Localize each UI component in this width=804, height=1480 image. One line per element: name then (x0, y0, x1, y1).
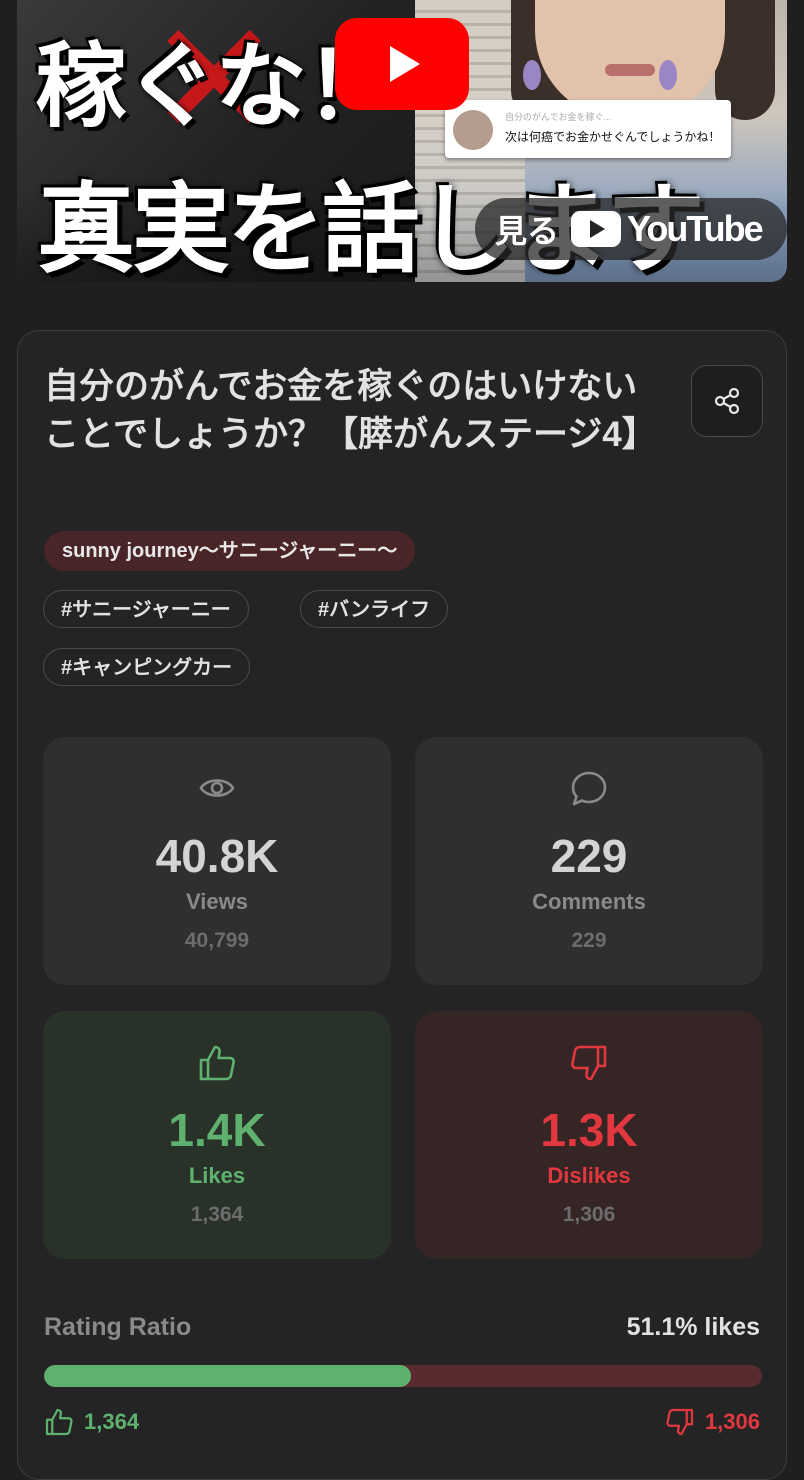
views-exact: 40,799 (184, 929, 250, 952)
tag-chip[interactable]: #キャンピングカー (43, 648, 251, 686)
dislikes-exact: 1,306 (562, 1203, 616, 1226)
tag-chip[interactable]: #バンライフ (300, 590, 449, 628)
rating-ratio-bar (44, 1365, 762, 1387)
likes-count: 1.4K (168, 1104, 266, 1156)
thumbs-down-icon (415, 1043, 763, 1083)
rating-dislikes-count: 1,306 (704, 1409, 760, 1434)
dislikes-stat-card: 1.3K Dislikes 1,306 (415, 1011, 763, 1259)
dislikes-count: 1.3K (540, 1104, 638, 1156)
thumbs-down-icon (666, 1408, 694, 1436)
share-icon (714, 387, 740, 415)
video-info-card: 自分のがんでお金を稼ぐのはいけないことでしょうか？【膵がんステージ4】 sunn… (17, 330, 787, 1480)
likes-label: Likes (188, 1163, 246, 1188)
watch-on-youtube-button[interactable]: 見る YouTube (475, 198, 787, 260)
earring-left (523, 60, 541, 90)
comments-label: Comments (532, 889, 646, 914)
rating-ratio-label: Rating Ratio (44, 1313, 192, 1341)
rating-ratio-fill (44, 1365, 411, 1387)
rating-likes-count: 1,364 (84, 1409, 140, 1434)
views-label: Views (186, 889, 248, 914)
commenter-avatar (453, 110, 493, 150)
rating-likes-footer: 1,364 (44, 1407, 139, 1437)
tag-chip[interactable]: #サニージャーニー (43, 590, 249, 628)
channel-badge[interactable]: sunny journey〜サニージャーニー〜 (44, 531, 416, 571)
comments-stat-card: 229 Comments 229 (415, 737, 763, 985)
views-count: 40.8K (155, 830, 279, 882)
rating-ratio-percent: 51.1% likes (626, 1313, 760, 1341)
youtube-play-button[interactable] (335, 18, 469, 110)
youtube-wordmark: YouTube (627, 208, 764, 249)
comment-meta: 自分のがんでお金を稼ぐ... (505, 112, 612, 122)
comment-icon (415, 769, 763, 809)
likes-stat-card: 1.4K Likes 1,364 (43, 1011, 391, 1259)
share-arrow-icon[interactable] (51, 206, 103, 252)
thumbs-up-icon (45, 1408, 73, 1436)
share-button[interactable] (691, 365, 763, 437)
likes-exact: 1,364 (190, 1203, 244, 1226)
rating-dislikes-footer: 1,306 (665, 1407, 760, 1437)
dislikes-label: Dislikes (547, 1163, 631, 1188)
comments-count: 229 (550, 830, 628, 882)
earring-right (659, 60, 677, 90)
comments-exact: 229 (571, 929, 607, 952)
watch-on-label: 見る (495, 213, 560, 249)
video-thumbnail[interactable]: ✕ 稼ぐな！ 自分のがんでお金を稼ぐ... 次は何癌でお金かせぐんでしょうかね！… (17, 0, 787, 282)
comment-text: 次は何癌でお金かせぐんでしょうかね！ (505, 130, 721, 144)
youtube-logo-icon (571, 211, 622, 247)
views-stat-card: 40.8K Views 40,799 (43, 737, 391, 985)
video-title: 自分のがんでお金を稼ぐのはいけないことでしょうか？【膵がんステージ4】 (44, 367, 657, 454)
thumbs-up-icon (43, 1043, 391, 1083)
eye-icon (43, 769, 391, 809)
